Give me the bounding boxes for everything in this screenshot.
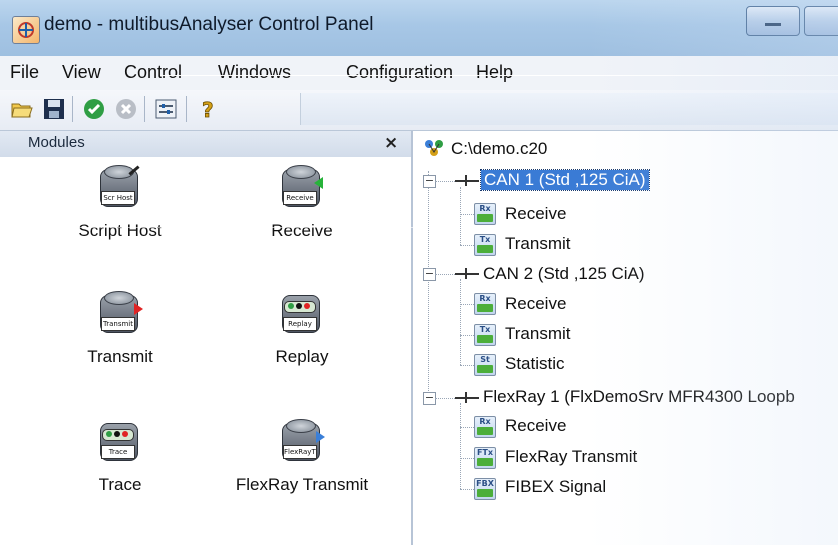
tree-node-can2[interactable]: CAN 2 (Std ,125 CiA) xyxy=(483,264,645,284)
svg-text:?: ? xyxy=(202,98,214,121)
module-flexray-transmit[interactable]: FlexRayTx FlexRay Transmit xyxy=(212,419,392,495)
bus-icon xyxy=(455,175,479,187)
modules-panel: Modules × Scr Host Script Host Receive R… xyxy=(0,131,413,545)
tx-icon: Tx xyxy=(474,324,496,346)
save-disk-icon[interactable] xyxy=(42,97,66,121)
module-trace[interactable]: Trace Trace xyxy=(30,419,210,495)
tree-node-can2-transmit[interactable]: Transmit xyxy=(505,324,571,344)
title-bar[interactable]: demo - multibusAnalyser Control Panel xyxy=(0,0,838,57)
module-replay[interactable]: Replay Replay xyxy=(212,291,392,367)
module-label: Script Host xyxy=(78,221,162,240)
tree-connector xyxy=(460,458,474,459)
tree-connector xyxy=(435,398,455,399)
tree-connector xyxy=(435,274,455,275)
flexray-transmit-module-icon: FlexRayTx xyxy=(280,419,325,463)
settings-panel-icon[interactable] xyxy=(154,97,178,121)
window-title: demo - multibusAnalyser Control Panel xyxy=(44,14,374,35)
module-label: Transmit xyxy=(87,347,153,366)
app-logo-icon xyxy=(12,16,40,44)
tree-connector xyxy=(460,214,474,215)
bus-icon xyxy=(455,268,479,280)
menu-file[interactable]: File xyxy=(10,62,39,83)
tree-connector xyxy=(435,181,455,182)
tree-connector xyxy=(460,365,474,366)
flexray-tx-icon: FTx xyxy=(474,447,496,469)
configuration-tree: C:\demo.c20 − CAN 1 (Std ,125 CiA) Rx Re… xyxy=(413,131,838,545)
tree-connector xyxy=(460,489,474,490)
module-transmit[interactable]: Transmit Transmit xyxy=(30,291,210,367)
tree-connector xyxy=(460,245,474,246)
transmit-module-icon: Transmit xyxy=(98,291,143,335)
tree-guide xyxy=(460,279,461,365)
stop-icon[interactable] xyxy=(114,97,138,121)
tree-node-flexray1-transmit[interactable]: FlexRay Transmit xyxy=(505,447,637,467)
receive-module-icon: Receive xyxy=(280,165,324,209)
script-host-icon: Scr Host xyxy=(98,165,142,209)
module-label: Receive xyxy=(271,221,333,240)
tx-icon: Tx xyxy=(474,234,496,256)
minimize-icon xyxy=(765,23,781,26)
tree-node-can1-receive[interactable]: Receive xyxy=(505,204,566,224)
modules-header: Modules × xyxy=(0,131,411,158)
tree-node-flexray1-fibex[interactable]: FIBEX Signal xyxy=(505,477,606,497)
tree-guide xyxy=(460,403,461,489)
application-window: demo - multibusAnalyser Control Panel Fi… xyxy=(0,0,838,545)
tree-connector xyxy=(460,304,474,305)
tree-guide xyxy=(460,187,461,245)
rx-icon: Rx xyxy=(474,416,496,438)
menu-configuration[interactable]: Configuration xyxy=(346,62,453,83)
module-label: Trace xyxy=(98,475,142,494)
tree-node-can2-statistic[interactable]: Statistic xyxy=(505,354,565,374)
toolbar-empty-area xyxy=(300,93,838,125)
toolbar-separator xyxy=(72,96,73,122)
overlay-line xyxy=(0,227,838,228)
menu-control[interactable]: Control xyxy=(124,62,182,83)
tree-node-flexray1-receive[interactable]: Receive xyxy=(505,416,566,436)
trace-module-icon: Trace xyxy=(98,419,142,463)
tree-connector xyxy=(460,335,474,336)
maximize-button[interactable] xyxy=(804,6,838,36)
modules-title: Modules xyxy=(28,134,85,151)
menu-bar: File View Control Windows Configuration … xyxy=(0,56,838,91)
open-folder-icon[interactable] xyxy=(10,97,34,121)
toolbar-separator xyxy=(186,96,187,122)
modules-list: Scr Host Script Host Receive Receive Tra… xyxy=(0,157,411,545)
tree-node-flexray1[interactable]: FlexRay 1 (FlxDemoSrv MFR4300 Loopb xyxy=(483,387,795,407)
tree-node-can1[interactable]: CAN 1 (Std ,125 CiA) xyxy=(480,169,650,191)
overlay-line xyxy=(160,75,838,76)
module-script-host[interactable]: Scr Host Script Host xyxy=(30,165,210,241)
bus-icon xyxy=(455,392,479,404)
tree-node-can2-receive[interactable]: Receive xyxy=(505,294,566,314)
help-icon[interactable]: ? xyxy=(196,97,220,123)
module-label: Replay xyxy=(275,347,329,366)
menu-view[interactable]: View xyxy=(62,62,101,83)
menu-windows[interactable]: Windows xyxy=(218,62,291,83)
module-label: FlexRay Transmit xyxy=(235,475,369,494)
replay-module-icon: Replay xyxy=(280,291,324,335)
fibex-icon: FBX xyxy=(474,478,496,500)
toolbar: ? xyxy=(0,90,838,131)
modules-close-button[interactable]: × xyxy=(384,133,398,153)
toolbar-separator xyxy=(144,96,145,122)
tree-guide xyxy=(428,171,429,403)
statistic-icon: St xyxy=(474,354,496,376)
tree-node-can1-transmit[interactable]: Transmit xyxy=(505,234,571,254)
tree-connector xyxy=(460,427,474,428)
check-icon[interactable] xyxy=(82,97,106,121)
module-receive[interactable]: Receive Receive xyxy=(212,165,392,241)
rx-icon: Rx xyxy=(474,293,496,315)
tree-root[interactable]: C:\demo.c20 xyxy=(451,139,547,159)
network-root-icon xyxy=(425,140,443,156)
rx-icon: Rx xyxy=(474,203,496,225)
minimize-button[interactable] xyxy=(746,6,800,36)
menu-help[interactable]: Help xyxy=(476,62,513,83)
